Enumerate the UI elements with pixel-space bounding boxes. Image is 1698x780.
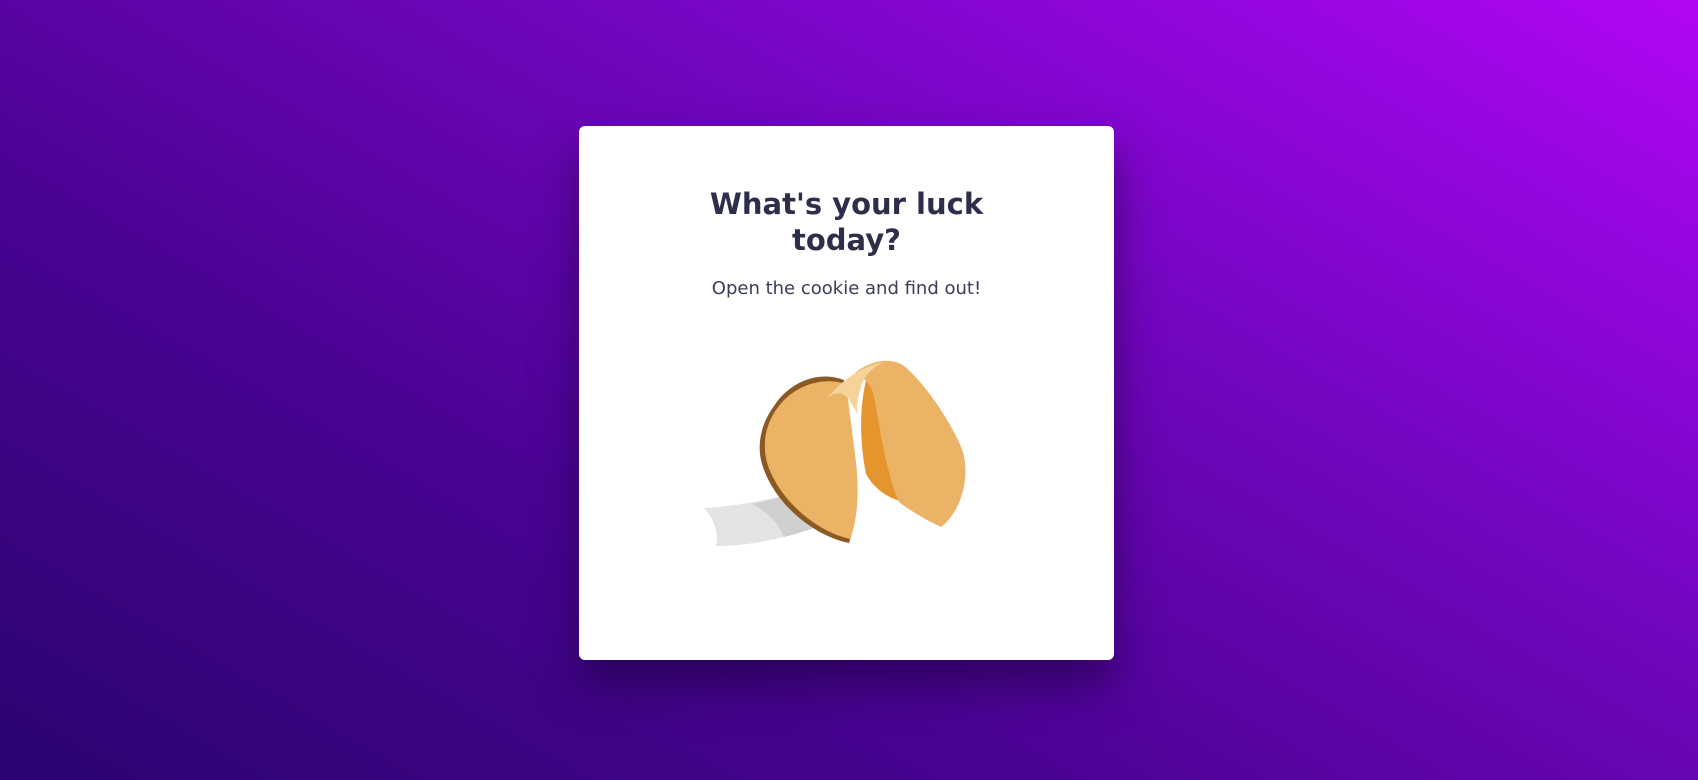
page-background: { "card": { "title": "What's your luck t… xyxy=(0,0,1698,780)
card-title: What's your luck today? xyxy=(709,187,984,257)
fortune-card: What's your luck today? Open the cookie … xyxy=(579,126,1114,660)
fortune-cookie-icon xyxy=(704,360,966,546)
fortune-cookie-button[interactable] xyxy=(704,344,984,569)
card-subtitle: Open the cookie and find out! xyxy=(711,278,982,299)
